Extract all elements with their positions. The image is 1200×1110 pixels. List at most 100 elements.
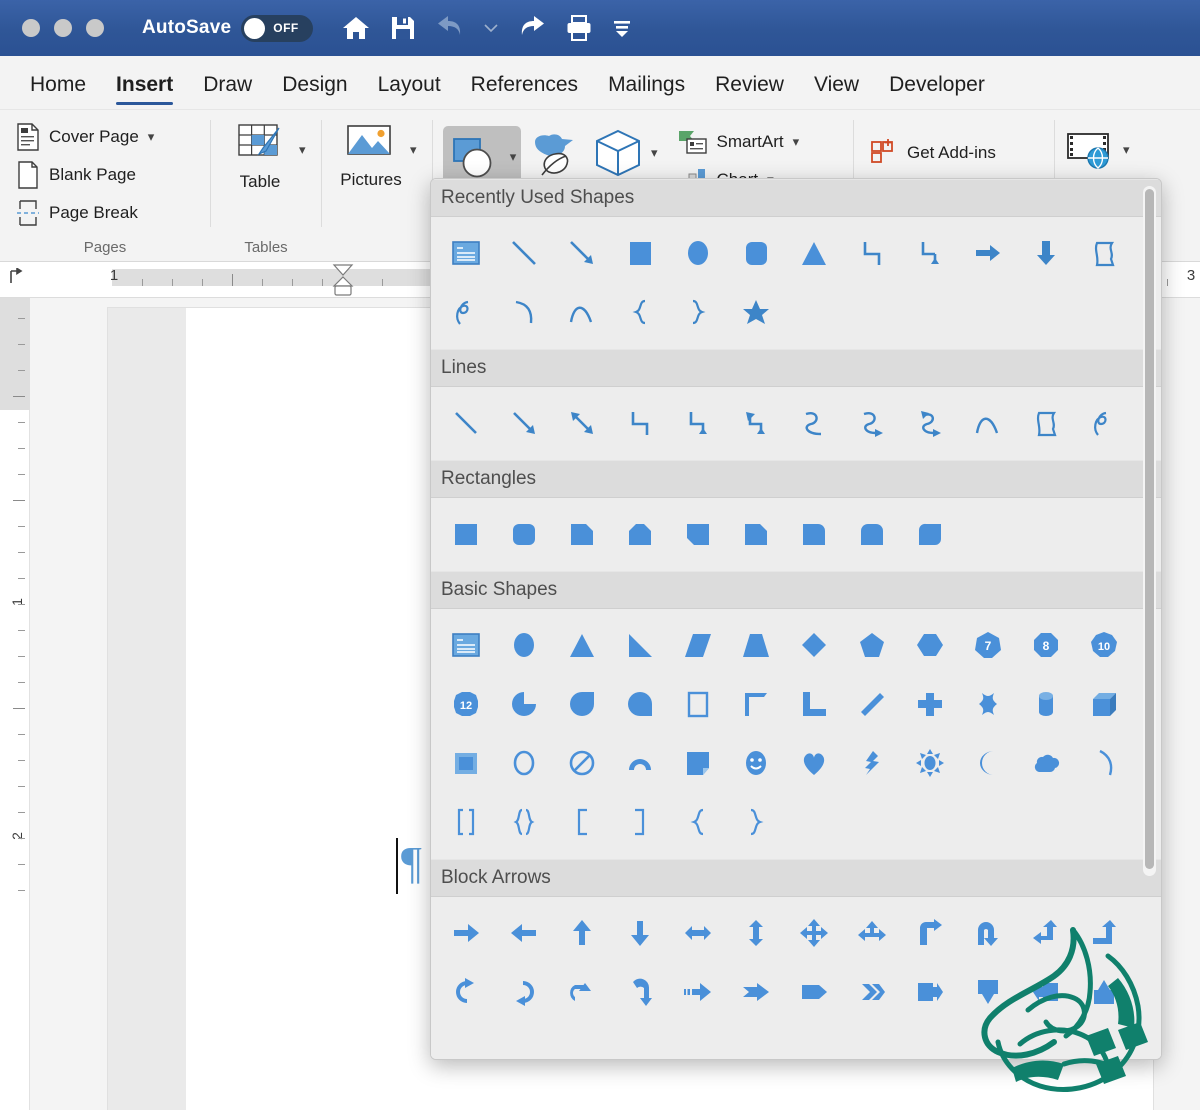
- shape-isosceles-triangle[interactable]: [785, 223, 843, 282]
- window-controls[interactable]: [22, 19, 104, 37]
- tab-layout[interactable]: Layout: [364, 69, 455, 109]
- indent-markers[interactable]: [332, 263, 354, 298]
- shape-octagon[interactable]: 8: [1017, 615, 1075, 674]
- 3d-models-button[interactable]: ▾: [591, 124, 658, 178]
- tab-insert[interactable]: Insert: [102, 69, 187, 109]
- shape-up-arrow[interactable]: [553, 903, 611, 962]
- autosave-toggle[interactable]: OFF: [241, 14, 314, 42]
- chevron-down-icon[interactable]: ▾: [793, 134, 800, 150]
- shape-curved-right-arrow[interactable]: [437, 962, 495, 1021]
- shape-right-triangle[interactable]: [611, 615, 669, 674]
- shape-curved-up-arrow[interactable]: [553, 962, 611, 1021]
- shape-cloud[interactable]: [1017, 733, 1075, 792]
- shape-row[interactable]: 7 8 10: [437, 615, 1155, 674]
- section-body-basic-shapes[interactable]: 7 8 10 12: [431, 609, 1161, 859]
- shape-right-arrow[interactable]: [437, 903, 495, 962]
- online-video-button[interactable]: ▾: [1065, 128, 1165, 172]
- chevron-down-icon[interactable]: ▾: [1123, 142, 1130, 158]
- shape-line-double-arrow[interactable]: [553, 393, 611, 452]
- pictures-button[interactable]: Pictures ▾: [332, 118, 424, 190]
- shape-rectangle[interactable]: [611, 223, 669, 282]
- shape-bevel[interactable]: [437, 733, 495, 792]
- shape-sun[interactable]: [901, 733, 959, 792]
- minimize-window-button[interactable]: [54, 19, 72, 37]
- chevron-down-icon[interactable]: ▾: [651, 145, 658, 161]
- shape-right-arrow-callout[interactable]: [901, 962, 959, 1021]
- shape-notched-right-arrow[interactable]: [727, 962, 785, 1021]
- shape-curve[interactable]: [959, 393, 1017, 452]
- shape-cube[interactable]: [1075, 674, 1133, 733]
- maximize-window-button[interactable]: [86, 19, 104, 37]
- shape-snip-same-side-corner-rectangle[interactable]: [611, 504, 669, 563]
- shape-row[interactable]: 12: [437, 674, 1155, 733]
- icons-button[interactable]: [529, 124, 583, 178]
- shape-rounded-rectangle[interactable]: [727, 223, 785, 282]
- shape-snip-single-corner-rectangle[interactable]: [553, 504, 611, 563]
- shape-line-arrow[interactable]: [495, 393, 553, 452]
- section-body-lines[interactable]: [431, 387, 1161, 460]
- scrollbar-thumb[interactable]: [1145, 189, 1154, 869]
- shape-freeform[interactable]: [1075, 223, 1133, 282]
- shape-right-brace[interactable]: [669, 282, 727, 341]
- shape-row[interactable]: [437, 903, 1155, 962]
- shapes-panel-scrollbar[interactable]: [1143, 186, 1156, 876]
- shape-bent-arrow[interactable]: [901, 903, 959, 962]
- shape-lightning-bolt[interactable]: [843, 733, 901, 792]
- shape-right-arrow[interactable]: [959, 223, 1017, 282]
- page-break-button[interactable]: Page Break: [10, 194, 200, 232]
- shape-cylinder[interactable]: [1017, 674, 1075, 733]
- shape-row[interactable]: [437, 223, 1155, 282]
- print-icon[interactable]: [566, 15, 592, 41]
- shape-curved-connector[interactable]: [785, 393, 843, 452]
- shape-snip-diagonal-corner-rectangle[interactable]: [669, 504, 727, 563]
- shape-left-brace[interactable]: [611, 282, 669, 341]
- shape-text-box[interactable]: [437, 223, 495, 282]
- shape-curved-down-arrow[interactable]: [611, 962, 669, 1021]
- shape-left-right-arrow[interactable]: [669, 903, 727, 962]
- shape-left-arrow-callout[interactable]: [1017, 962, 1075, 1021]
- chevron-down-icon[interactable]: ▾: [410, 142, 417, 158]
- shape-line[interactable]: [495, 223, 553, 282]
- chevron-down-icon[interactable]: ▾: [299, 142, 306, 158]
- shape-curved-double-arrow-connector[interactable]: [901, 393, 959, 452]
- shape-heart[interactable]: [785, 733, 843, 792]
- shape-round-single-corner-rectangle[interactable]: [785, 504, 843, 563]
- shape-down-arrow-callout[interactable]: [959, 962, 1017, 1021]
- chevron-down-icon[interactable]: ▾: [510, 149, 517, 165]
- shape-line[interactable]: [437, 393, 495, 452]
- quick-access-toolbar[interactable]: [341, 14, 633, 42]
- tab-draw[interactable]: Draw: [189, 69, 266, 109]
- shape-curve[interactable]: [553, 282, 611, 341]
- shape-scribble[interactable]: [1075, 393, 1133, 452]
- table-button[interactable]: Table ▾: [221, 118, 313, 192]
- shape-text-box[interactable]: [437, 615, 495, 674]
- vertical-ruler[interactable]: 1 2: [0, 298, 30, 1110]
- shape-curved-arrow-connector[interactable]: [843, 393, 901, 452]
- shape-decagon[interactable]: 10: [1075, 615, 1133, 674]
- section-body-rectangles[interactable]: [431, 498, 1161, 571]
- cover-page-button[interactable]: Cover Page ▾: [10, 118, 200, 156]
- shape-line-arrow[interactable]: [553, 223, 611, 282]
- shape-up-down-arrow[interactable]: [727, 903, 785, 962]
- shape-oval[interactable]: [669, 223, 727, 282]
- shape-l-shape-corner[interactable]: [727, 674, 785, 733]
- shape-elbow-double-arrow-connector[interactable]: [727, 393, 785, 452]
- tab-stop-selector[interactable]: [0, 267, 32, 291]
- shape-elbow-arrow-connector[interactable]: [901, 223, 959, 282]
- shape-teardrop[interactable]: [553, 674, 611, 733]
- shape-folded-corner[interactable]: [669, 733, 727, 792]
- tab-references[interactable]: References: [457, 69, 592, 109]
- autosave-control[interactable]: AutoSave OFF: [142, 14, 314, 42]
- shape-arc[interactable]: [495, 282, 553, 341]
- shape-left-arrow[interactable]: [495, 903, 553, 962]
- redo-icon[interactable]: [517, 15, 547, 41]
- shape-striped-right-arrow[interactable]: [669, 962, 727, 1021]
- shape-left-right-up-arrow[interactable]: [843, 903, 901, 962]
- shape-elbow-connector[interactable]: [611, 393, 669, 452]
- shape-oval[interactable]: [495, 615, 553, 674]
- shape-frame[interactable]: [669, 674, 727, 733]
- shape-l-shape[interactable]: [785, 674, 843, 733]
- shape-pentagon-arrow[interactable]: [785, 962, 843, 1021]
- shape-double-brace[interactable]: [495, 792, 553, 851]
- shape-row[interactable]: [437, 504, 1155, 563]
